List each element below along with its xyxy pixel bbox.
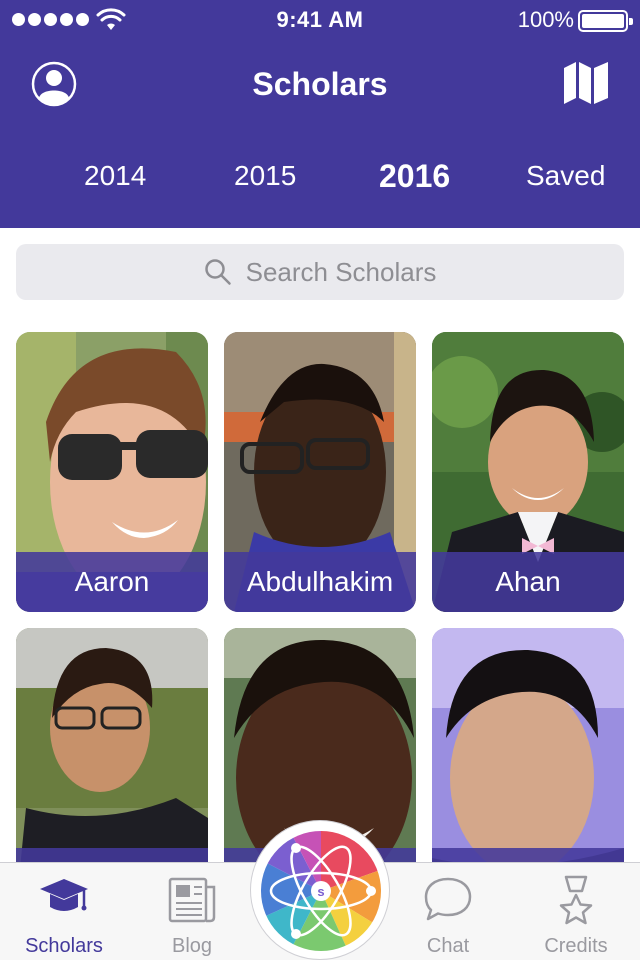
atom-logo-icon: s [261,831,381,951]
scholar-card-aaron[interactable]: Aaron [16,332,208,612]
nav-bar: Scholars [0,48,640,120]
search-input[interactable]: Search Scholars [16,244,624,300]
scholar-name: Ahan [432,552,624,612]
status-bar: 9:41 AM 100% [0,0,640,40]
graduation-cap-icon [40,879,88,911]
scholar-card-abdulhakim[interactable]: Abdulhakim [224,332,416,612]
search-placeholder: Search Scholars [245,256,437,287]
tab-2014[interactable]: 2014 [84,160,146,192]
svg-text:s: s [317,884,324,899]
tab-label: Scholars [25,935,103,957]
header: 9:41 AM 100% Scholars 2014 2015 2016 Sav… [0,0,640,228]
scholar-card-ahan[interactable]: Ahan [432,332,624,612]
tab-saved[interactable]: Saved [526,160,605,192]
center-action-button[interactable]: s [250,820,390,960]
scholar-name: Aaron [16,552,208,612]
map-icon[interactable] [562,60,610,106]
battery-icon [578,10,633,32]
battery-percentage: 100% [517,7,574,32]
search-icon [204,259,231,285]
year-tabs: 2014 2015 2016 Saved [0,150,640,206]
tab-label: Credits [544,935,608,957]
tab-2015[interactable]: 2015 [234,160,296,192]
page-title: Scholars [252,66,388,102]
tab-2016[interactable]: 2016 [379,158,450,195]
newspaper-icon [168,877,216,923]
tab-label: Chat [426,935,470,957]
tab-chat[interactable]: Chat [384,863,512,960]
tab-blog[interactable]: Blog [128,863,256,960]
tab-label: Blog [171,935,213,957]
tab-credits[interactable]: Credits [512,863,640,960]
scholar-name: Abdulhakim [224,552,416,612]
tab-scholars[interactable]: Scholars [0,863,128,960]
medal-icon [559,875,593,925]
chat-bubble-icon [424,877,472,921]
